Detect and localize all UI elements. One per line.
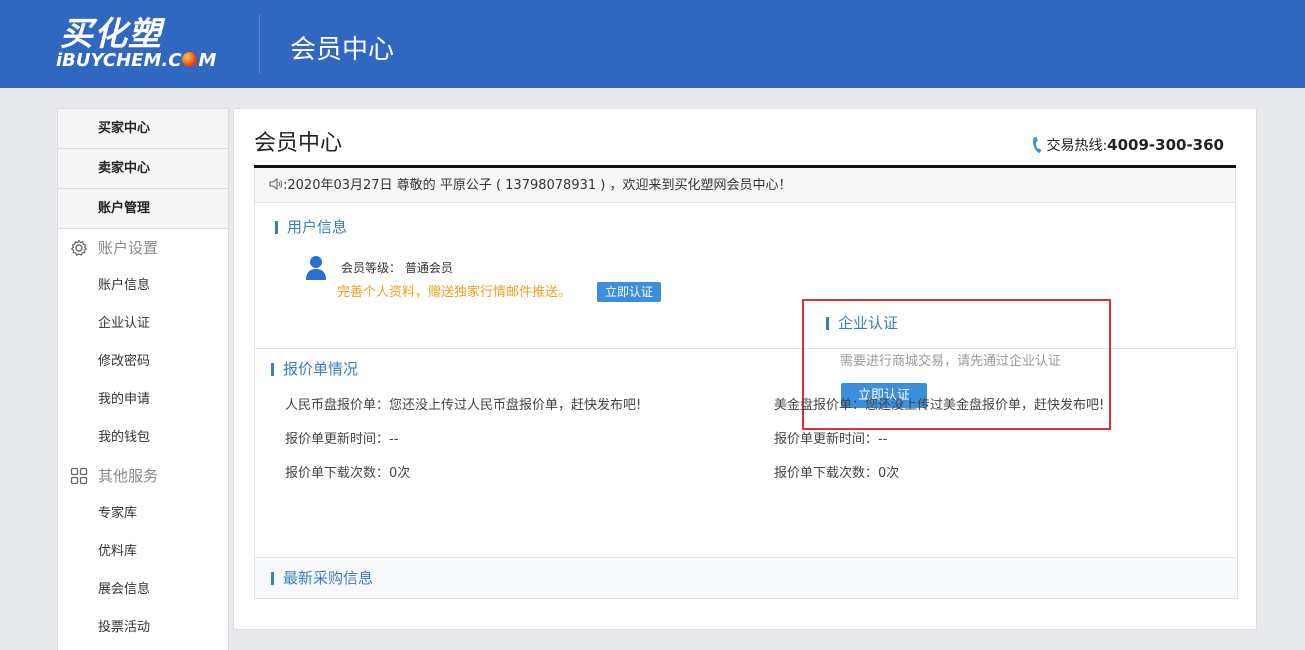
gear-icon <box>71 239 87 256</box>
logo-en-part-2: M <box>198 50 217 71</box>
rmb-update-time: 报价单更新时间：-- <box>285 432 399 447</box>
sidebar: 买家中心 卖家中心 账户管理 账户设置 账户信息 企业认证 修改密码 我的申请 … <box>57 108 229 650</box>
quote-heading: 报价单情况 <box>271 359 358 379</box>
grid-icon <box>70 467 88 485</box>
notice-bar: :2020年03月27日 尊敬的 平原公子 ( 13798078931 ) ，欢… <box>254 168 1236 203</box>
sidebar-item-change-password[interactable]: 修改密码 <box>58 343 228 381</box>
header-title: 会员中心 <box>290 35 395 65</box>
main-panel: 会员中心 交易热线:4009-300-360 :2020年03月27日 尊敬的 … <box>233 108 1257 630</box>
user-verify-button[interactable]: 立即认证 <box>597 282 661 302</box>
hotline-label: 交易热线: <box>1046 138 1108 154</box>
enterprise-heading: 企业认证 <box>826 313 898 333</box>
header-divider <box>259 14 260 74</box>
sidebar-item-account-info[interactable]: 账户信息 <box>58 267 228 305</box>
sidebar-group-account-settings: 账户设置 <box>58 229 228 267</box>
quote-section: 报价单情况 人民币盘报价单：您还没上传过人民币盘报价单，赶快发布吧! 美金盘报价… <box>254 349 1238 559</box>
hotline-number: 4009-300-360 <box>1107 136 1224 154</box>
rmb-download-count: 报价单下载次数：0次 <box>285 466 411 481</box>
sidebar-item-material-library[interactable]: 优料库 <box>58 533 228 571</box>
profile-promo-text: 完善个人资料，赠送独家行情邮件推送。 <box>337 285 572 300</box>
sidebar-item-exhibition-info[interactable]: 展会信息 <box>58 571 228 609</box>
usd-download-count: 报价单下载次数：0次 <box>774 466 900 481</box>
page-title: 会员中心 <box>254 131 343 156</box>
member-level: 会员等级： 普通会员 <box>341 261 453 275</box>
sidebar-item-my-applications[interactable]: 我的申请 <box>58 381 228 419</box>
sidebar-item-voting-activity[interactable]: 投票活动 <box>58 609 228 647</box>
sidebar-item-buyer-center[interactable]: 买家中心 <box>58 109 228 149</box>
sidebar-group-other-services: 其他服务 <box>58 457 228 495</box>
logo-english-text: iBUYCHEM.C M <box>56 51 216 71</box>
sidebar-item-expert-library[interactable]: 专家库 <box>58 495 228 533</box>
sidebar-group-label: 账户设置 <box>98 239 159 257</box>
notice-text: :2020年03月27日 尊敬的 平原公子 ( 13798078931 ) ，欢… <box>283 178 792 193</box>
user-avatar-icon <box>306 256 326 280</box>
user-info-heading: 用户信息 <box>275 217 347 237</box>
phone-icon <box>1033 137 1042 153</box>
sidebar-item-enterprise-verification[interactable]: 企业认证 <box>58 305 228 343</box>
sidebar-item-my-wallet[interactable]: 我的钱包 <box>58 419 228 457</box>
sidebar-group-label: 其他服务 <box>98 467 159 485</box>
top-header: 买化塑 iBUYCHEM.C M 会员中心 <box>0 0 1305 88</box>
hotline: 交易热线:4009-300-360 <box>1032 135 1224 156</box>
latest-purchase-section: 最新采购信息 <box>254 557 1238 599</box>
usd-quote-status: 美金盘报价单：您还没上传过美金盘报价单，赶快发布吧! <box>774 398 1105 413</box>
site-logo[interactable]: 买化塑 iBUYCHEM.C M <box>56 16 232 74</box>
usd-update-time: 报价单更新时间：-- <box>774 432 888 447</box>
sidebar-item-account-management[interactable]: 账户管理 <box>58 189 228 229</box>
user-info-section: 用户信息 会员等级： 普通会员 完善个人资料，赠送独家行情邮件推送。 立即认证 … <box>254 203 1236 430</box>
sidebar-item-seller-center[interactable]: 卖家中心 <box>58 149 228 189</box>
logo-chinese-text: 买化塑 <box>60 14 162 53</box>
latest-purchase-heading: 最新采购信息 <box>271 568 373 588</box>
speaker-icon <box>269 177 283 191</box>
logo-en-part-1: iBUYCHEM.C <box>56 50 182 71</box>
rmb-quote-status: 人民币盘报价单：您还没上传过人民币盘报价单，赶快发布吧! <box>285 398 642 413</box>
logo-ball-icon <box>182 52 198 67</box>
